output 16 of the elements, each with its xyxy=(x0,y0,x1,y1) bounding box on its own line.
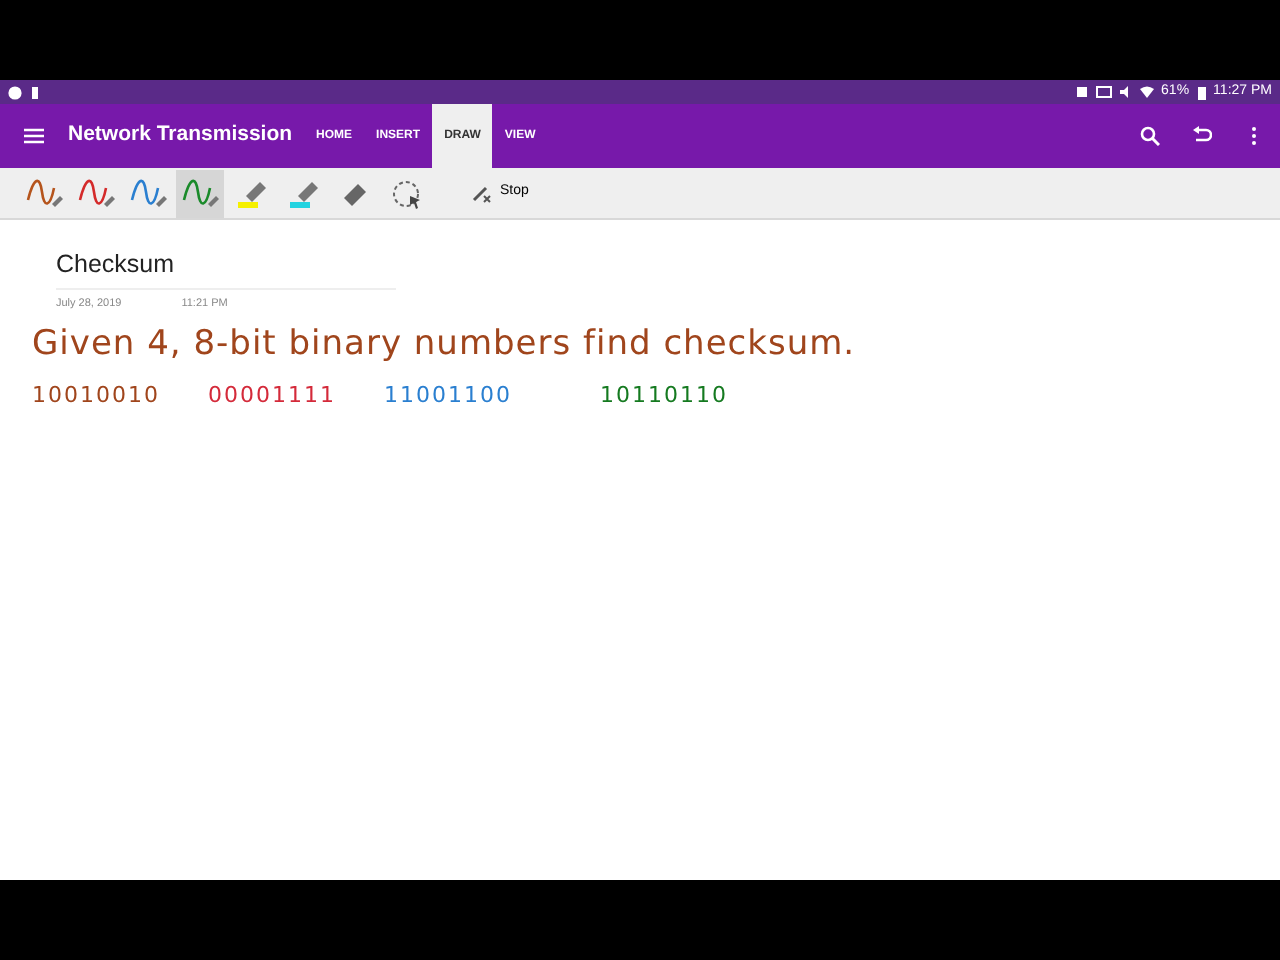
handwritten-number: 00001111 xyxy=(208,379,338,412)
stop-inking-icon[interactable] xyxy=(472,183,492,203)
menu-icon[interactable] xyxy=(24,128,44,144)
page-title: Checksum xyxy=(56,248,175,282)
pen-icon[interactable] xyxy=(176,169,224,217)
cast-icon xyxy=(1095,86,1112,98)
handwritten-number: 10110110 xyxy=(600,379,730,412)
mute-icon xyxy=(1119,86,1132,98)
battery-icon xyxy=(1197,85,1206,99)
handwritten-number: 11001100 xyxy=(384,379,514,412)
wifi-icon xyxy=(1139,86,1154,98)
undo-icon[interactable] xyxy=(1192,126,1212,146)
search-icon[interactable] xyxy=(1140,126,1160,146)
handwritten-number: 10010010 xyxy=(32,379,162,412)
handwritten-text: Given 4, 8-bit binary numbers find checksum. xyxy=(32,322,856,369)
notebook-title: Network Transmission xyxy=(68,120,293,151)
